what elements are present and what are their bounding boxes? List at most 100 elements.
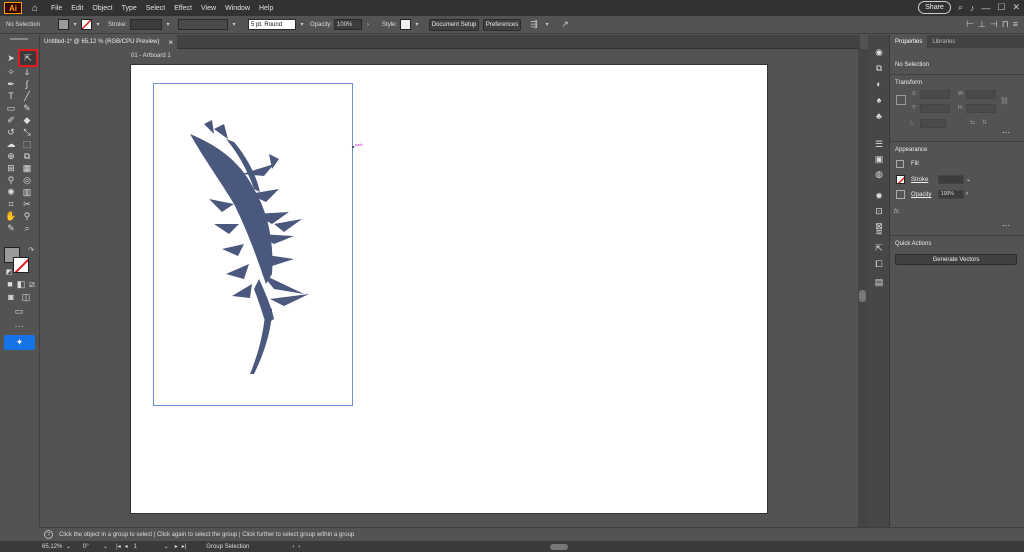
stroke-panel-icon[interactable]: ☰ xyxy=(873,138,885,150)
panel-menu-icon[interactable]: ≡ xyxy=(1013,19,1018,30)
default-colors-icon[interactable]: ◩ xyxy=(3,266,15,278)
menu-help[interactable]: Help xyxy=(259,5,273,12)
menu-view[interactable]: View xyxy=(201,5,216,12)
magic-wand-icon[interactable]: ✧ xyxy=(5,66,17,78)
more-tools-icon[interactable]: ··· xyxy=(13,320,25,332)
artboard-dropdown-icon[interactable]: ⌄ xyxy=(164,543,169,550)
bell-icon[interactable]: ♪ xyxy=(970,3,975,13)
properties-panel-icon[interactable]: ◉ xyxy=(873,46,885,58)
stroke-swatch[interactable] xyxy=(81,19,92,30)
edit-toolbar-icon[interactable]: ✎ xyxy=(5,222,17,234)
next-artboard-icon[interactable]: ▸ xyxy=(175,543,178,550)
artboard-number[interactable]: 1 xyxy=(134,544,144,550)
menu-window[interactable]: Window xyxy=(225,5,250,12)
menu-effect[interactable]: Effect xyxy=(174,5,192,12)
document-tab[interactable]: Untitled-1* @ 65,12 % (RGB/CPU Preview) … xyxy=(40,35,177,49)
stroke-weight-dropdown-icon[interactable]: ⌄ xyxy=(966,176,971,183)
vertical-scrollbar[interactable] xyxy=(858,49,868,527)
draw-normal-icon[interactable]: ◙ xyxy=(5,291,17,303)
menu-object[interactable]: Object xyxy=(92,5,112,12)
previous-artboard-icon[interactable]: ◂ xyxy=(125,543,128,550)
opacity-field[interactable]: 100% xyxy=(334,19,363,30)
search-icon[interactable]: ⌕ xyxy=(958,2,963,13)
style-dropdown-icon[interactable]: ▾ xyxy=(411,19,423,30)
document-setup-button[interactable]: Document Setup xyxy=(429,18,480,31)
shape-builder-icon[interactable]: ⊕ xyxy=(5,150,17,162)
stroke-weight-panel-field[interactable] xyxy=(938,175,964,184)
export-icon[interactable]: ↗ xyxy=(559,19,571,30)
y-field[interactable] xyxy=(920,104,950,113)
artboard[interactable]: path xyxy=(130,64,768,514)
scale-tool-icon[interactable]: ⤡ xyxy=(21,126,33,138)
swap-colors-icon[interactable]: ↷ xyxy=(25,244,37,256)
stroke-swatch-panel[interactable] xyxy=(896,175,905,184)
arrange-dropdown-icon[interactable]: ▾ xyxy=(541,19,553,30)
artboards-panel-icon[interactable]: ⧠ xyxy=(873,258,885,270)
gradient-tool-icon[interactable]: ▦ xyxy=(21,162,33,174)
zoom-dropdown-icon[interactable]: ⌄ xyxy=(66,543,71,550)
opacity-panel-field[interactable]: 100% xyxy=(938,190,964,199)
x-field[interactable] xyxy=(920,90,950,99)
eraser-icon[interactable]: ◆ xyxy=(21,114,33,126)
horizontal-scroll-thumb[interactable] xyxy=(550,543,569,550)
generate-vectors-button[interactable]: Generate Vectors xyxy=(895,254,1017,265)
menu-type[interactable]: Type xyxy=(122,5,137,12)
transform-more-icon[interactable]: ··· xyxy=(1002,128,1010,137)
perspective-grid-icon[interactable]: ⧉ xyxy=(21,150,33,162)
arrange-icon[interactable]: ⇶ xyxy=(527,19,541,30)
home-icon[interactable]: ⌂ xyxy=(28,1,42,15)
menu-file[interactable]: File xyxy=(51,5,62,12)
maximize-icon[interactable]: ☐ xyxy=(997,2,1005,13)
brush-field[interactable]: 5 pt. Round xyxy=(248,19,297,30)
scrollbar-thumb[interactable] xyxy=(859,290,866,302)
image-bounding-box[interactable] xyxy=(153,83,353,406)
close-window-icon[interactable]: ✕ xyxy=(1012,2,1020,13)
eyedropper-icon[interactable]: ⚲ xyxy=(5,174,17,186)
minimize-icon[interactable]: — xyxy=(981,3,990,13)
draw-inside-icon[interactable]: ◫ xyxy=(20,291,32,303)
last-artboard-icon[interactable]: ▸| xyxy=(182,543,187,550)
graph-tool-icon[interactable]: ▥ xyxy=(21,186,33,198)
line-tool-icon[interactable]: ╱ xyxy=(21,90,33,102)
opacity-link[interactable]: Opacity xyxy=(911,192,931,198)
appearance-more-icon[interactable]: ··· xyxy=(1002,221,1010,230)
flip-horizontal-icon[interactable]: ⇆ xyxy=(970,119,975,126)
libraries-panel-icon[interactable]: ⧉ xyxy=(873,62,885,74)
type-tool-icon[interactable]: T xyxy=(5,90,17,102)
warp-tool-icon[interactable]: ☁ xyxy=(5,138,17,150)
stroke-weight-field[interactable] xyxy=(130,19,163,30)
mesh-tool-icon[interactable]: ⊞ xyxy=(5,162,17,174)
ai-generative-icon[interactable]: ✦ xyxy=(4,335,35,350)
gradient-panel-icon[interactable]: ▣ xyxy=(873,153,885,165)
blend-tool-icon[interactable]: ◎ xyxy=(21,174,33,186)
reference-point-icon[interactable] xyxy=(896,95,906,105)
first-artboard-icon[interactable]: |◂ xyxy=(116,543,121,550)
symbol-sprayer-icon[interactable]: ✺ xyxy=(5,186,17,198)
artboard-tool-icon[interactable]: ⌗ xyxy=(5,198,17,210)
close-tab-icon[interactable]: × xyxy=(168,38,173,47)
fill-checkbox[interactable] xyxy=(896,160,904,168)
transparency-icon[interactable]: ◍ xyxy=(873,168,885,180)
slice-tool-icon[interactable]: ✂ xyxy=(21,198,33,210)
hand-tool-icon[interactable]: ✋ xyxy=(5,210,17,222)
stroke-link[interactable]: Stroke xyxy=(911,177,928,183)
tab-properties[interactable]: Properties xyxy=(890,35,928,48)
artboard-label[interactable]: 01 - Artboard 1 xyxy=(131,53,171,59)
fx-icon[interactable]: fx. xyxy=(894,209,900,215)
fill-dropdown-icon[interactable]: ▾ xyxy=(69,19,81,30)
none-mode-icon[interactable]: ⧄ xyxy=(26,278,38,290)
preferences-button[interactable]: Preferences xyxy=(483,18,522,31)
style-swatch[interactable] xyxy=(400,19,412,30)
brushes-icon[interactable]: ♠ xyxy=(873,94,885,106)
symbols-icon[interactable]: ♣ xyxy=(873,110,885,122)
zoom-tool-icon[interactable]: ⚲ xyxy=(21,210,33,222)
zoom-icon[interactable]: ⌕ xyxy=(21,222,33,234)
align-left-icon[interactable]: ⊢ xyxy=(966,19,974,30)
shaper-tool-icon[interactable]: ✐ xyxy=(5,114,17,126)
layers-panel-icon[interactable]: ≋ xyxy=(873,226,885,238)
comments-icon[interactable]: ▤ xyxy=(873,276,885,288)
lasso-icon[interactable]: ↆ xyxy=(21,66,33,78)
stroke-weight-dropdown-icon[interactable]: ▾ xyxy=(162,19,174,30)
paintbrush-icon[interactable]: ✎ xyxy=(21,102,33,114)
width-field[interactable] xyxy=(966,90,996,99)
